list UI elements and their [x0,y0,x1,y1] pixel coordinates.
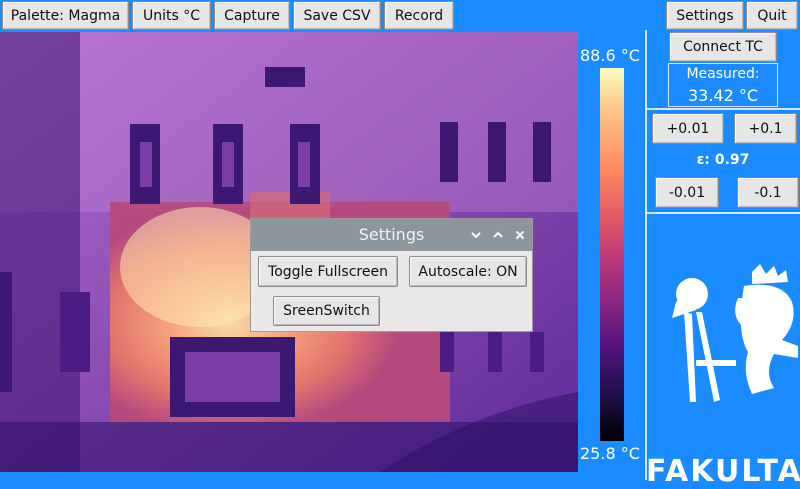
colorbar [600,68,624,441]
chevron-up-icon[interactable] [489,219,507,251]
measured-value: 33.42 °C [687,86,759,105]
autoscale-button[interactable]: Autoscale: ON [409,256,527,287]
emissivity-increase-large-button[interactable]: +0.1 [734,113,797,144]
connect-tc-button[interactable]: Connect TC [669,32,777,62]
chevron-down-icon[interactable] [467,219,485,251]
colorbar-min-label: 25.8 °C [580,444,640,463]
measured-box: Measured: 33.42 °C [668,63,778,107]
screen-switch-button[interactable]: SreenSwitch [273,296,380,326]
emissivity-decrease-large-button[interactable]: -0.1 [737,177,799,208]
record-button[interactable]: Record [384,1,454,30]
palette-button[interactable]: Palette: Magma [2,1,129,30]
emissivity-label: ε: 0.97 [696,152,750,168]
quit-button[interactable]: Quit [746,1,798,30]
units-button[interactable]: Units °C [132,1,211,30]
logo-text: FAKULTA [646,454,800,489]
capture-button[interactable]: Capture [214,1,290,30]
toggle-fullscreen-button[interactable]: Toggle Fullscreen [258,256,398,287]
faculty-logo [672,264,798,402]
emissivity-increase-small-button[interactable]: +0.01 [652,113,724,144]
colorbar-max-label: 88.6 °C [580,46,640,65]
save-csv-button[interactable]: Save CSV [293,1,381,30]
close-icon[interactable] [511,219,529,251]
settings-dialog: Settings Toggle Fullscreen Autoscale: ON… [250,218,533,332]
divider [646,108,800,110]
panel-divider [645,30,647,480]
emissivity-decrease-small-button[interactable]: -0.01 [655,177,719,208]
settings-dialog-titlebar[interactable]: Settings [251,219,532,251]
divider [646,212,800,214]
settings-button[interactable]: Settings [666,1,744,30]
measured-label: Measured: [686,66,760,82]
